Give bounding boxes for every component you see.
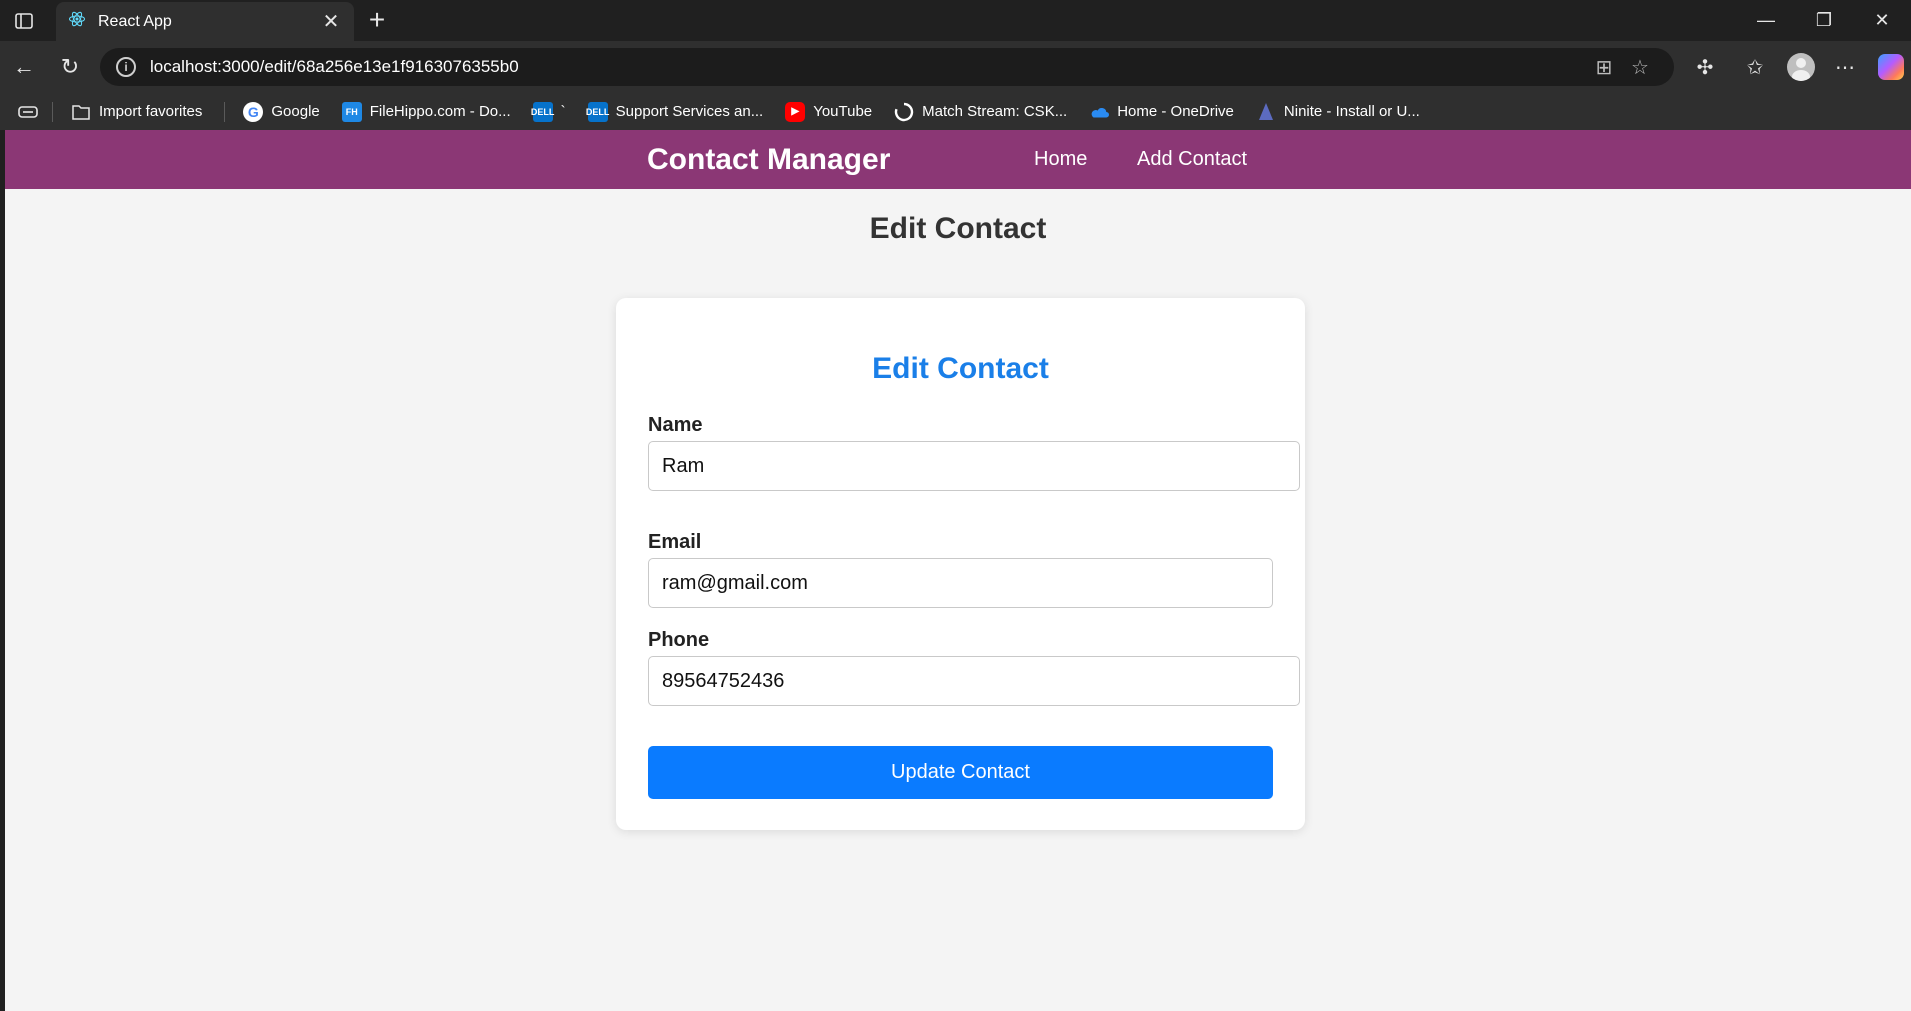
onedrive-icon	[1089, 102, 1110, 122]
app-brand[interactable]: Contact Manager	[647, 143, 890, 177]
favorite-label: Match Stream: CSK...	[922, 103, 1068, 120]
favorite-onedrive[interactable]: Home - OneDrive	[1089, 102, 1234, 122]
page-viewport: Contact Manager Home Add Contact Edit Co…	[5, 130, 1911, 1011]
form-title: Edit Contact	[872, 352, 1049, 385]
ninite-icon	[1256, 102, 1276, 122]
favorite-label: Support Services an...	[615, 103, 764, 120]
phone-label: Phone	[648, 629, 710, 651]
dell-icon: DELL	[586, 101, 609, 122]
restore-icon[interactable]: ❐	[1795, 0, 1853, 41]
email-field[interactable]	[648, 558, 1273, 608]
app-navbar: Contact Manager Home Add Contact	[5, 130, 1911, 189]
dell-icon: DELL	[531, 101, 554, 122]
favorites-bar: Import favorites G Google FH FileHippo.c…	[0, 93, 1911, 130]
profile-icon[interactable]	[1784, 51, 1818, 83]
favorite-dell[interactable]: DELL `	[531, 101, 566, 122]
browser-tab[interactable]: React App ✕	[56, 2, 354, 41]
address-url[interactable]: localhost:3000/edit/68a256e13e1f91630763…	[150, 57, 1586, 77]
favorites-divider	[52, 101, 53, 122]
favorite-import[interactable]: Import favorites	[71, 102, 202, 122]
favorite-label: `	[560, 103, 566, 120]
favorite-google[interactable]: G Google	[243, 101, 320, 122]
more-options-icon[interactable]: ⋯	[1828, 51, 1862, 83]
favorite-star-icon[interactable]: ☆	[1622, 55, 1658, 80]
tab-strip: React App ✕ + — ❐ ✕	[0, 0, 1911, 41]
name-label: Name	[648, 414, 703, 436]
phone-field[interactable]	[648, 656, 1300, 706]
nav-home-link[interactable]: Home	[1034, 148, 1087, 171]
collections-icon[interactable]	[18, 104, 38, 120]
back-icon[interactable]: ←	[8, 51, 40, 83]
react-icon	[68, 10, 86, 33]
avatar	[1787, 53, 1815, 81]
favorite-label: Home - OneDrive	[1117, 103, 1234, 120]
tab-title: React App	[98, 12, 172, 30]
email-label: Email	[648, 531, 702, 553]
import-folder-icon	[71, 102, 91, 122]
copilot-logo	[1878, 54, 1904, 80]
nav-add-contact-link[interactable]: Add Contact	[1137, 148, 1247, 171]
name-field[interactable]	[648, 441, 1300, 491]
new-tab-icon[interactable]: +	[362, 6, 392, 36]
youtube-icon: ▶	[785, 101, 806, 122]
favorite-filehippo[interactable]: FH FileHippo.com - Do...	[341, 101, 511, 122]
close-window-icon[interactable]: ✕	[1853, 0, 1911, 41]
page-title: Edit Contact	[869, 212, 1047, 245]
filehippo-icon: FH	[341, 101, 362, 122]
favorite-label: Google	[271, 103, 320, 120]
favorite-label: FileHippo.com - Do...	[369, 103, 511, 120]
update-contact-button[interactable]: Update Contact	[648, 746, 1273, 799]
app-available-icon[interactable]: ⊞	[1586, 55, 1622, 80]
window-controls: — ❐ ✕	[1737, 0, 1911, 41]
favorite-match-stream[interactable]: Match Stream: CSK...	[894, 102, 1067, 122]
favorite-label: YouTube	[813, 103, 873, 120]
favorite-label: Ninite - Install or U...	[1283, 103, 1420, 120]
tab-actions-icon[interactable]	[10, 8, 38, 34]
copilot-icon[interactable]	[1874, 51, 1908, 83]
favorite-ninite[interactable]: Ninite - Install or U...	[1256, 102, 1420, 122]
address-bar[interactable]: i localhost:3000/edit/68a256e13e1f916307…	[100, 48, 1674, 86]
favorites-divider	[224, 101, 226, 122]
favorite-dell-support[interactable]: DELL Support Services an...	[586, 101, 764, 122]
loading-spinner-icon	[894, 102, 914, 122]
minimize-icon[interactable]: —	[1737, 0, 1795, 41]
reload-icon[interactable]: ↻	[54, 51, 86, 83]
edit-contact-card: Edit Contact Name Email Phone Update Con…	[616, 298, 1305, 830]
favorite-label: Import favorites	[99, 103, 203, 120]
site-info-icon[interactable]: i	[116, 57, 136, 77]
google-icon: G	[243, 101, 264, 122]
favorite-youtube[interactable]: ▶ YouTube	[785, 101, 873, 122]
favorites-icon[interactable]: ✩	[1738, 51, 1772, 83]
browser-toolbar: ← ↻ i localhost:3000/edit/68a256e13e1f91…	[0, 41, 1911, 93]
close-tab-icon[interactable]: ✕	[320, 9, 342, 34]
extensions-icon[interactable]: ✣	[1688, 51, 1722, 83]
